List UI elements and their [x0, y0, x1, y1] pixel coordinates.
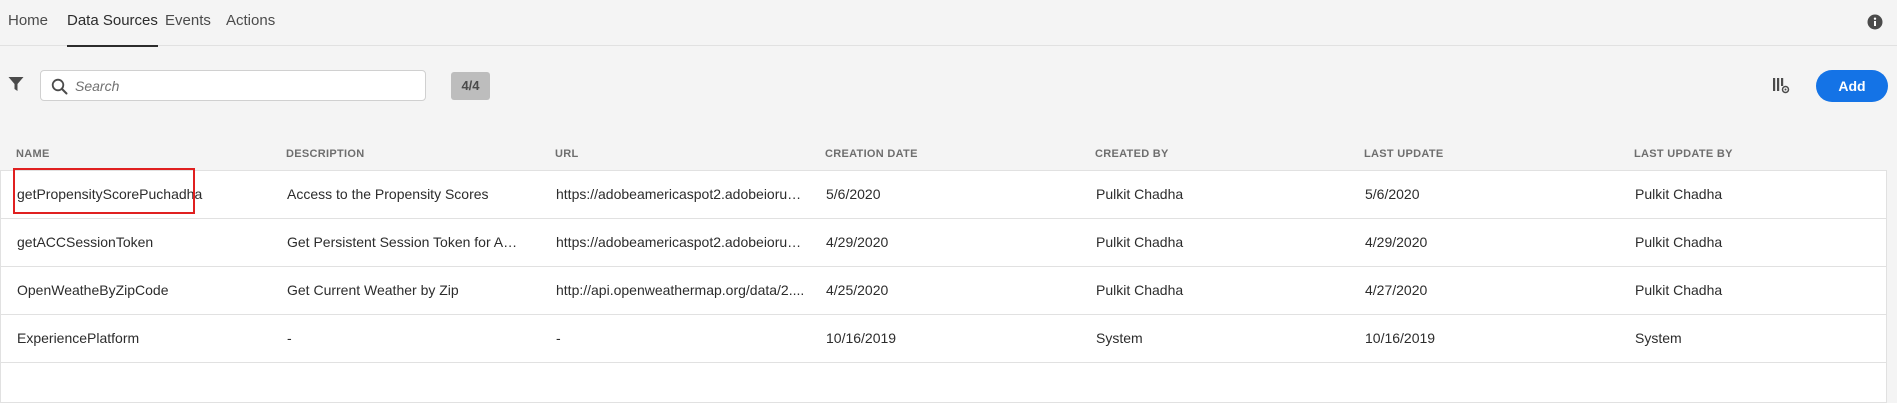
search-icon [51, 78, 68, 95]
table-header: NAME DESCRIPTION URL CREATION DATE CREAT… [0, 124, 1897, 170]
column-header-creation-date[interactable]: CREATION DATE [825, 148, 918, 160]
cell-creation-date: 5/6/2020 [826, 186, 881, 202]
cell-url: https://adobeamericaspot2.adobeiorun... [556, 186, 806, 202]
info-icon[interactable] [1867, 14, 1883, 30]
column-header-last-update-by[interactable]: LAST UPDATE BY [1634, 148, 1733, 160]
add-button[interactable]: Add [1816, 70, 1888, 102]
search-input[interactable] [75, 71, 415, 100]
top-nav: Home Data Sources Events Actions [0, 0, 1897, 47]
cell-url: https://adobeamericaspot2.adobeiorun... [556, 234, 806, 250]
table-row[interactable]: getACCSessionToken Get Persistent Sessio… [1, 219, 1886, 267]
cell-description: - [287, 330, 292, 346]
column-header-name[interactable]: NAME [16, 148, 50, 160]
cell-description: Get Persistent Session Token for ACC in.… [287, 234, 527, 250]
cell-name[interactable]: OpenWeatheByZipCode [17, 267, 267, 314]
cell-description: Get Current Weather by Zip [287, 282, 459, 298]
cell-last-update-by: Pulkit Chadha [1635, 282, 1723, 298]
cell-last-update: 4/29/2020 [1365, 234, 1428, 250]
cell-created-by: Pulkit Chadha [1096, 282, 1184, 298]
table-row[interactable]: OpenWeatheByZipCode Get Current Weather … [1, 267, 1886, 315]
column-header-description[interactable]: DESCRIPTION [286, 148, 364, 160]
cell-last-update: 5/6/2020 [1365, 186, 1420, 202]
column-header-last-update[interactable]: LAST UPDATE [1364, 148, 1443, 160]
cell-creation-date: 10/16/2019 [826, 330, 897, 346]
cell-creation-date: 4/29/2020 [826, 234, 889, 250]
tab-actions[interactable]: Actions [226, 0, 275, 46]
search-field[interactable] [40, 70, 426, 101]
cell-last-update: 4/27/2020 [1365, 282, 1428, 298]
table-body: getPropensityScorePuchadha Access to the… [0, 170, 1887, 403]
table-row[interactable]: getPropensityScorePuchadha Access to the… [1, 171, 1886, 219]
cell-last-update-by: Pulkit Chadha [1635, 186, 1723, 202]
cell-creation-date: 4/25/2020 [826, 282, 889, 298]
cell-url: - [556, 330, 561, 346]
column-header-created-by[interactable]: CREATED BY [1095, 148, 1169, 160]
cell-created-by: Pulkit Chadha [1096, 234, 1184, 250]
cell-description: Access to the Propensity Scores [287, 186, 489, 202]
cell-url: http://api.openweathermap.org/data/2.... [556, 282, 805, 298]
cell-created-by: System [1096, 330, 1143, 346]
cell-name[interactable]: getACCSessionToken [17, 219, 267, 266]
tab-events[interactable]: Events [165, 0, 211, 46]
cell-last-update-by: System [1635, 330, 1682, 346]
column-header-url[interactable]: URL [555, 148, 579, 160]
cell-last-update: 10/16/2019 [1365, 330, 1436, 346]
tab-home[interactable]: Home [8, 0, 48, 46]
cell-last-update-by: Pulkit Chadha [1635, 234, 1723, 250]
filter-icon[interactable] [8, 76, 24, 92]
cell-name[interactable]: ExperiencePlatform [17, 315, 267, 362]
data-sources-table: NAME DESCRIPTION URL CREATION DATE CREAT… [0, 124, 1897, 403]
cell-created-by: Pulkit Chadha [1096, 186, 1184, 202]
toolbar: 4/4 Add [0, 46, 1897, 124]
table-row[interactable]: ExperiencePlatform - - 10/16/2019 System… [1, 315, 1886, 363]
count-badge: 4/4 [451, 72, 490, 100]
tab-data-sources[interactable]: Data Sources [67, 0, 158, 47]
cell-name[interactable]: getPropensityScorePuchadha [17, 171, 267, 218]
column-settings-icon[interactable] [1772, 76, 1790, 94]
